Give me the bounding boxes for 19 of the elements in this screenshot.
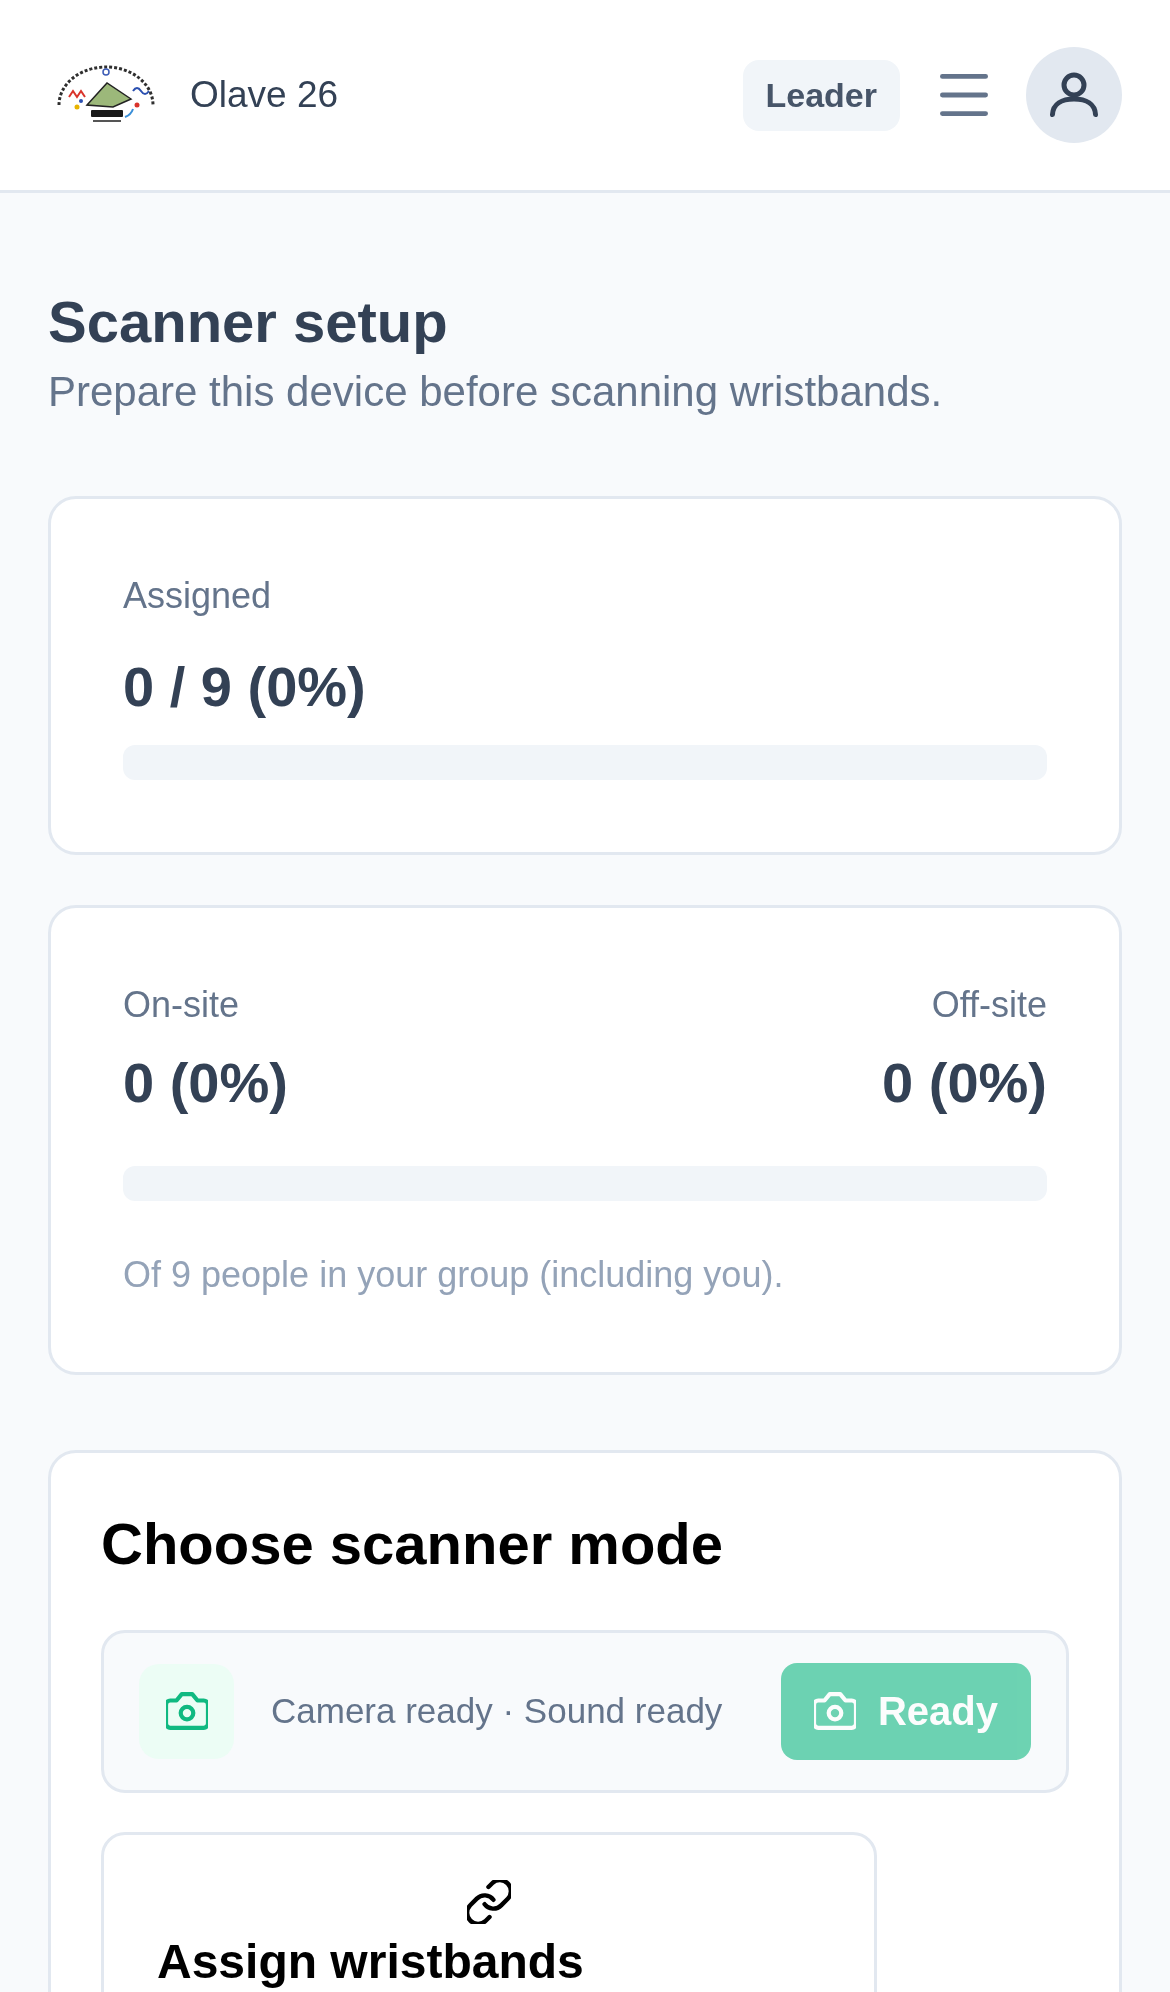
menu-icon (940, 74, 988, 116)
stat-label: On-site (123, 982, 240, 1027)
camera-icon (813, 1692, 856, 1731)
stat-value: 0 (0%) (882, 1050, 1047, 1117)
role-badge: Leader (742, 59, 900, 131)
page-title: Scanner setup (48, 288, 449, 356)
app-title: Olave 26 (190, 73, 339, 118)
group-note: Of 9 people in your group (including you). (123, 1252, 785, 1297)
section-title: Choose scanner mode (101, 1509, 725, 1578)
stat-value: 0 (0%) (123, 1050, 288, 1117)
user-icon (1049, 72, 1099, 118)
stat-value: 0 / 9 (0%) (123, 653, 367, 720)
mode-option[interactable]: Assign wristbands (101, 1831, 877, 1992)
camera-icon (139, 1663, 234, 1759)
stat-label: Off-site (931, 982, 1047, 1027)
page-subtitle: Prepare this device before scanning wristbands. (48, 366, 944, 417)
status-text: Camera ready · Sound ready (271, 1689, 724, 1732)
stat-label: Assigned (123, 574, 273, 619)
link-icon (467, 1879, 511, 1924)
